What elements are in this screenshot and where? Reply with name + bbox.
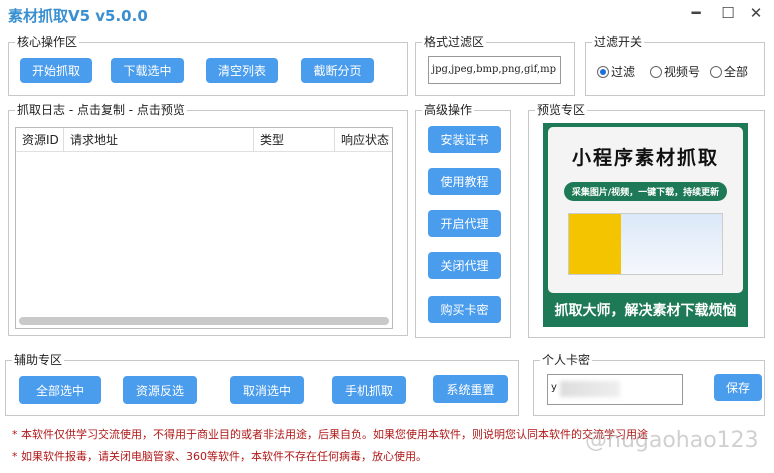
preview-label: 预览专区 — [535, 102, 588, 118]
window-title: 素材抓取V5 v5.0.0 — [8, 7, 148, 25]
tutorial-button[interactable]: 使用教程 — [428, 168, 501, 195]
buy-key-button[interactable]: 购买卡密 — [428, 296, 501, 323]
advanced-group: 高级操作 安装证书 使用教程 开启代理 关闭代理 购买卡密 — [415, 102, 511, 338]
clear-list-button[interactable]: 清空列表 — [206, 58, 278, 83]
advanced-label: 高级操作 — [422, 102, 475, 118]
radio-icon — [710, 65, 722, 78]
aux-group: 辅助专区 全部选中 资源反选 取消选中 手机抓取 系统重置 — [5, 352, 519, 416]
deselect-button[interactable]: 取消选中 — [230, 376, 304, 404]
invert-selection-button[interactable]: 资源反选 — [123, 376, 197, 404]
table-header: 资源ID 请求地址 类型 响应状态 — [16, 128, 392, 152]
core-group: 核心操作区 开始抓取 下载选中 清空列表 截断分页 — [8, 34, 408, 96]
start-capture-button[interactable]: 开始抓取 — [20, 58, 92, 83]
radio-filter[interactable]: 过滤 — [597, 63, 635, 80]
column-request-url[interactable]: 请求地址 — [64, 128, 254, 152]
poster-headline: 小程序素材抓取 — [571, 147, 719, 169]
antivirus-note: * 如果软件报毒，请关闭电脑管家、360等软件，本软件不存在任何病毒，放心使用。 — [12, 450, 427, 463]
radio-label: 视频号 — [664, 65, 701, 79]
select-all-button[interactable]: 全部选中 — [19, 376, 101, 404]
minimize-icon[interactable]: ━ — [686, 4, 706, 22]
radio-label: 过滤 — [611, 65, 636, 79]
disclaimer-note: * 本软件仅供学习交流使用，不得用于商业目的或者非法用途，后果自负。如果您使用本… — [12, 428, 648, 441]
download-selected-button[interactable]: 下载选中 — [111, 58, 184, 83]
horizontal-scrollbar[interactable] — [19, 317, 389, 325]
column-resource-id[interactable]: 资源ID — [16, 128, 64, 152]
maximize-icon[interactable]: ☐ — [718, 4, 738, 22]
watermark: @hugaohao123 — [585, 428, 759, 453]
format-input[interactable]: jpg,jpeg,bmp,png,gif,mp — [428, 56, 561, 84]
card-group: 个人卡密 y 保存 — [533, 352, 765, 416]
close-icon[interactable]: ✕ — [746, 4, 766, 22]
radio-selected-icon — [597, 65, 609, 78]
filter-group: 过滤开关 过滤 视频号 全部 — [585, 34, 765, 96]
card-label: 个人卡密 — [540, 352, 593, 368]
log-table[interactable]: 资源ID 请求地址 类型 响应状态 — [15, 127, 393, 329]
aux-label: 辅助专区 — [12, 352, 65, 368]
poster-footer: 抓取大师，解决素材下载烦恼 — [554, 303, 737, 319]
format-group: 格式过滤区 jpg,jpeg,bmp,png,gif,mp — [415, 34, 575, 96]
enable-proxy-button[interactable]: 开启代理 — [428, 210, 501, 237]
preview-group: 预览专区 小程序素材抓取 采集图片/视频，一键下载，持续更新 抓取大师，解决素材… — [528, 102, 765, 338]
radio-all[interactable]: 全部 — [710, 63, 748, 80]
column-response-status[interactable]: 响应状态 — [335, 128, 393, 152]
preview-image[interactable]: 小程序素材抓取 采集图片/视频，一键下载，持续更新 抓取大师，解决素材下载烦恼 — [543, 123, 748, 327]
radio-icon — [650, 65, 662, 78]
disable-proxy-button[interactable]: 关闭代理 — [428, 252, 501, 279]
format-label: 格式过滤区 — [422, 34, 487, 50]
log-label: 抓取日志 - 点击复制 - 点击预览 — [15, 102, 187, 118]
column-type[interactable]: 类型 — [254, 128, 335, 152]
filter-label: 过滤开关 — [592, 34, 645, 50]
core-label: 核心操作区 — [15, 34, 80, 50]
radio-label: 全部 — [724, 65, 749, 79]
install-cert-button[interactable]: 安装证书 — [428, 126, 501, 153]
app-screenshot-thumbnail — [568, 213, 723, 275]
mobile-capture-button[interactable]: 手机抓取 — [332, 376, 406, 404]
poster-tagline: 采集图片/视频，一键下载，持续更新 — [563, 182, 728, 201]
save-button[interactable]: 保存 — [714, 374, 762, 401]
system-reset-button[interactable]: 系统重置 — [433, 375, 508, 403]
card-key-value: y — [551, 382, 557, 393]
card-key-input[interactable]: y — [547, 374, 683, 405]
log-group: 抓取日志 - 点击复制 - 点击预览 资源ID 请求地址 类型 响应状态 — [8, 102, 408, 336]
radio-video[interactable]: 视频号 — [650, 63, 700, 80]
truncate-page-button[interactable]: 截断分页 — [301, 58, 374, 83]
